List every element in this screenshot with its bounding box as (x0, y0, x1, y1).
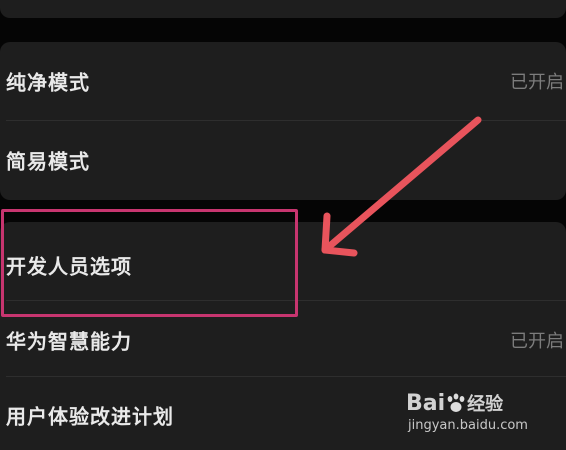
settings-group-modes: 纯净模式 已开启 简易模式 (0, 42, 566, 200)
baidu-jingyan-watermark: Bai 经验 jingyan.baidu.com (406, 390, 536, 436)
watermark-logo-bai: Bai (406, 391, 446, 416)
highlight-box (1, 209, 298, 317)
row-label: 华为智慧能力 (6, 329, 132, 354)
row-status: 已开启 (510, 72, 564, 93)
settings-row-pure-mode[interactable]: 纯净模式 已开启 (0, 42, 566, 120)
row-status: 已开启 (510, 331, 564, 352)
settings-row-simple-mode[interactable]: 简易模式 (0, 121, 566, 199)
paw-icon (447, 393, 465, 412)
row-label: 用户体验改进计划 (6, 404, 174, 429)
watermark-logo: Bai 经验 (406, 390, 503, 416)
settings-group-top (0, 0, 566, 18)
settings-screen: 纯净模式 已开启 简易模式 开发人员选项 华为智慧能力 已开启 用户体验改进计划 (0, 0, 566, 450)
row-label: 纯净模式 (6, 70, 90, 95)
row-label: 简易模式 (6, 149, 90, 174)
watermark-url: jingyan.baidu.com (408, 418, 528, 433)
watermark-logo-jingyan: 经验 (467, 394, 504, 415)
